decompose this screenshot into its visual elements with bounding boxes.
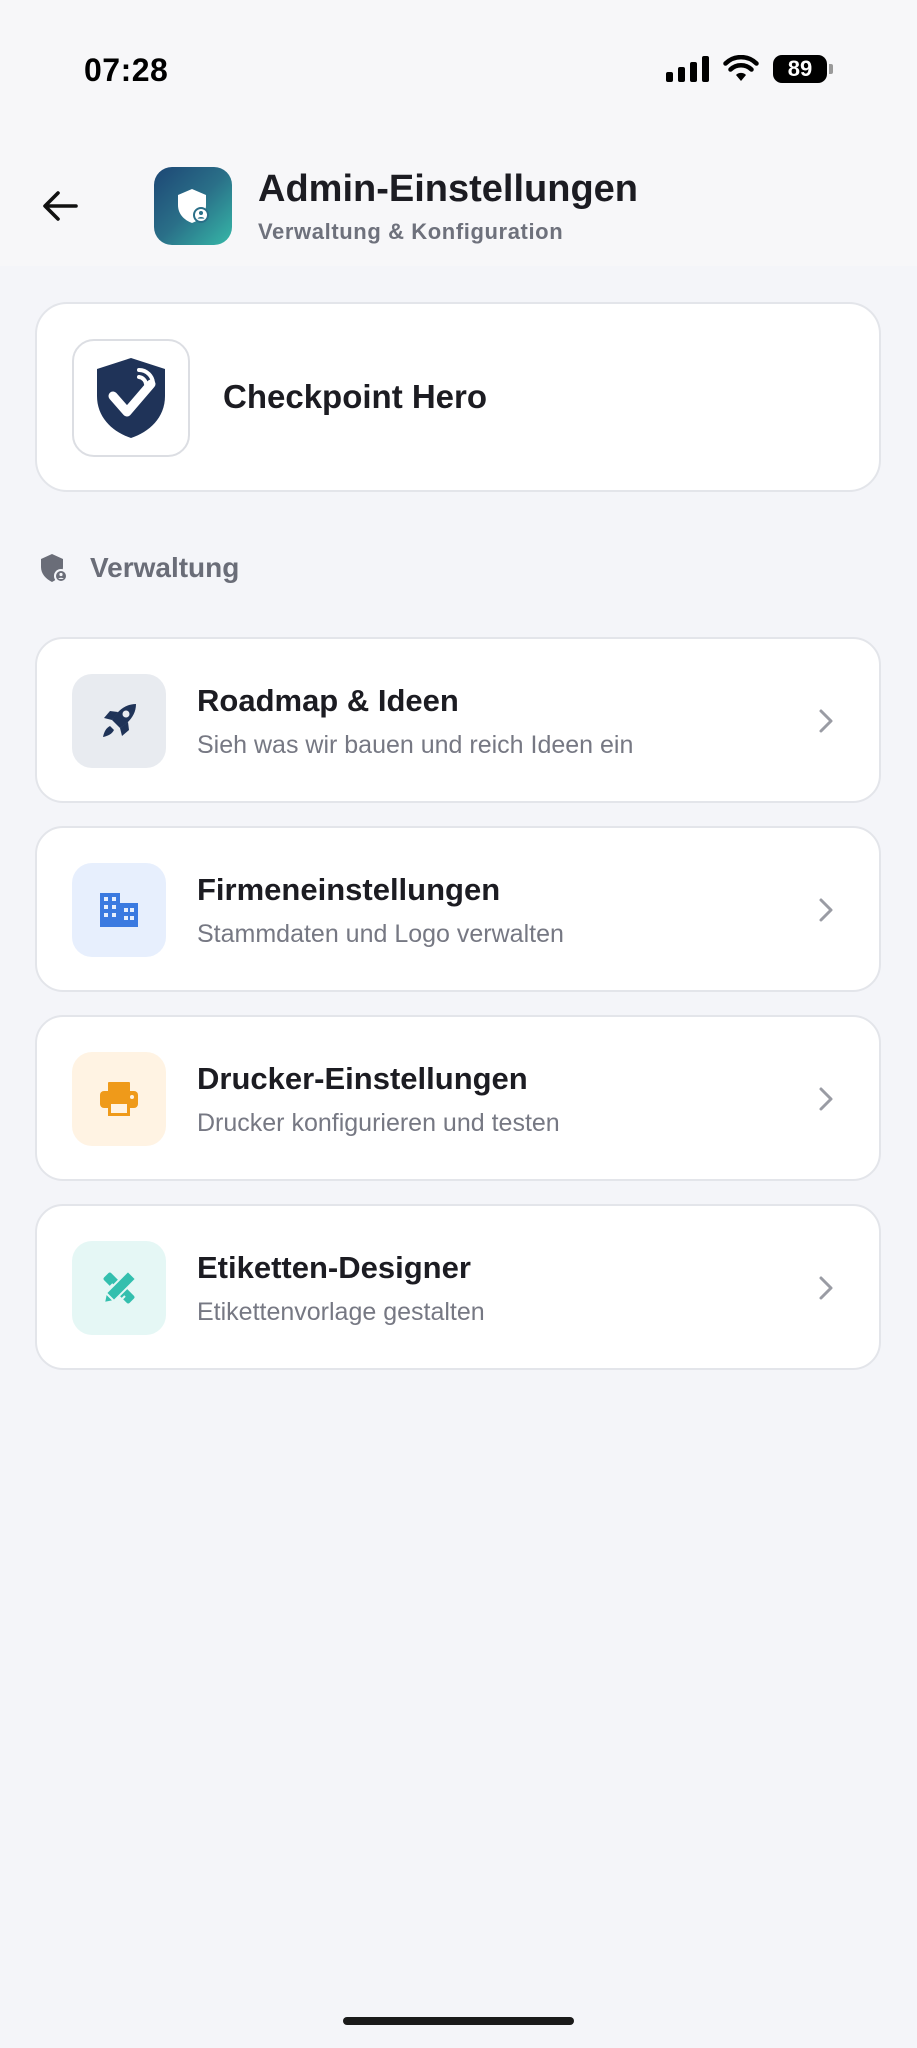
admin-shield-icon [41, 554, 68, 583]
admin-badge [154, 167, 232, 245]
cellular-signal-icon [666, 56, 709, 82]
status-indicators: 89 [666, 55, 833, 83]
status-time: 07:28 [84, 52, 169, 88]
chevron-right-icon [819, 1276, 833, 1300]
chevron-right-icon [819, 709, 833, 733]
back-button[interactable] [34, 180, 86, 232]
menu-title: Etiketten-Designer [197, 1250, 471, 1285]
menu-icon-box [72, 863, 166, 957]
menu-icon-box [72, 674, 166, 768]
page-title: Admin-Einstellungen [258, 168, 638, 210]
menu-item-printer-settings[interactable]: Drucker-Einstellungen Drucker konfigurie… [35, 1015, 881, 1181]
menu-icon-box [72, 1052, 166, 1146]
menu-title: Drucker-Einstellungen [197, 1061, 528, 1096]
chevron-right-icon [819, 1087, 833, 1111]
company-card: Checkpoint Hero [35, 302, 881, 492]
admin-shield-icon [178, 189, 209, 223]
battery-level: 89 [773, 55, 827, 83]
page-subtitle: Verwaltung & Konfiguration [258, 219, 564, 244]
wifi-icon [723, 55, 759, 81]
menu-icon-box [72, 1241, 166, 1335]
printer-icon [100, 1082, 138, 1116]
menu-item-label-designer[interactable]: Etiketten-Designer Etikettenvorlage gest… [35, 1204, 881, 1370]
arrow-left-icon [43, 191, 78, 221]
menu-subtitle: Drucker konfigurieren und testen [197, 1109, 560, 1137]
menu-item-roadmap[interactable]: Roadmap & Ideen Sieh was wir bauen und r… [35, 637, 881, 803]
building-icon [100, 893, 138, 927]
company-logo [72, 339, 190, 457]
menu-item-company-settings[interactable]: Firmeneinstellungen Stammdaten und Logo … [35, 826, 881, 992]
menu-subtitle: Sieh was wir bauen und reich Ideen ein [197, 731, 634, 759]
menu-title: Roadmap & Ideen [197, 683, 459, 718]
section-label: Verwaltung [90, 552, 240, 583]
menu-subtitle: Etikettenvorlage gestalten [197, 1298, 485, 1326]
design-tools-icon [102, 1269, 138, 1305]
rocket-icon [103, 704, 136, 737]
menu-title: Firmeneinstellungen [197, 872, 501, 907]
home-indicator[interactable] [343, 2017, 574, 2025]
menu-subtitle: Stammdaten und Logo verwalten [197, 920, 564, 948]
company-name: Checkpoint Hero [223, 378, 488, 415]
shield-check-icon [97, 358, 165, 438]
chevron-right-icon [819, 898, 833, 922]
battery-icon: 89 [773, 55, 833, 83]
